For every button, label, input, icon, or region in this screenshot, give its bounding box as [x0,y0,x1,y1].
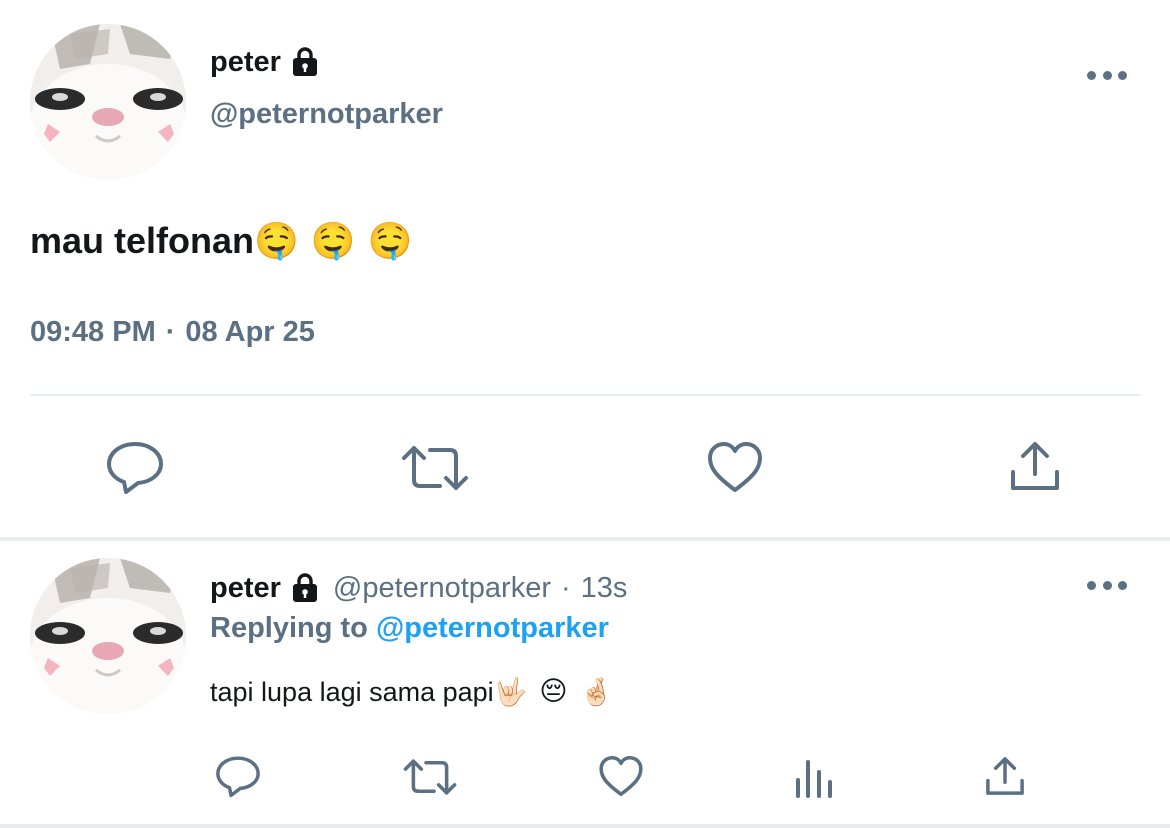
relative-time: 13s [580,571,628,604]
separator-dot: · [560,571,571,604]
tweet-text-body: mau telfonan [30,220,255,261]
pensive-face-emoji: 😔 [539,676,568,706]
avatar[interactable] [30,558,186,714]
section-divider [0,537,1170,541]
cat-avatar-image [30,24,186,180]
crossed-fingers-emoji: 🤞🏻 [579,677,614,707]
display-name[interactable]: peter [210,572,281,605]
retweet-icon[interactable] [402,758,458,796]
tweet-text-body: tapi lupa lagi sama papi [210,676,494,707]
display-name-row: peter [210,44,319,80]
love-you-gesture-emoji: 🤟🏻 [493,677,528,707]
mention-link[interactable]: @peternotparker [376,612,609,644]
like-icon[interactable] [706,440,764,494]
share-icon[interactable] [1008,438,1062,494]
tweet-timestamp[interactable]: 09:48 PM · 08 Apr 25 [30,316,315,349]
avatar[interactable] [30,24,186,180]
retweet-icon[interactable] [400,444,470,492]
user-handle[interactable]: @peternotparker [333,572,551,605]
reply-header: peter @peternotparker · 13s [210,570,627,606]
lock-icon [291,47,319,77]
emoji-group: 🤤 🤤 🤤 [254,220,412,262]
more-options-icon[interactable] [1087,69,1127,81]
separator-dot: · [165,316,176,348]
more-options-icon[interactable] [1087,579,1127,591]
tweet-time: 09:48 PM [30,316,156,348]
replying-to-line: Replying to @peternotparker [210,612,609,645]
drooling-face-emoji: 🤤 [367,220,413,261]
analytics-icon[interactable] [794,756,834,798]
drooling-face-emoji: 🤤 [254,220,299,261]
like-icon[interactable] [598,754,644,798]
user-handle[interactable]: @peternotparker [210,98,443,131]
reply-icon[interactable] [104,440,166,494]
divider [0,824,1170,828]
lock-icon [291,573,319,603]
reply-tweet-text: tapi lupa lagi sama papi 🤟🏻 😔 🤞🏻 [210,676,613,708]
cat-avatar-image [30,558,186,714]
divider [30,394,1140,396]
tweet-text: mau telfonan 🤤 🤤 🤤 [30,220,413,262]
display-name[interactable]: peter [210,46,281,79]
drooling-face-emoji: 🤤 [310,220,356,261]
tweet-detail-page: peter @peternotparker mau telfonan 🤤 🤤 🤤… [0,0,1170,828]
tweet-date: 08 Apr 25 [185,316,315,348]
share-icon[interactable] [984,754,1026,798]
emoji-group: 🤟🏻 😔 🤞🏻 [494,676,613,708]
replying-to-label: Replying to [210,612,368,644]
reply-icon[interactable] [214,754,262,798]
